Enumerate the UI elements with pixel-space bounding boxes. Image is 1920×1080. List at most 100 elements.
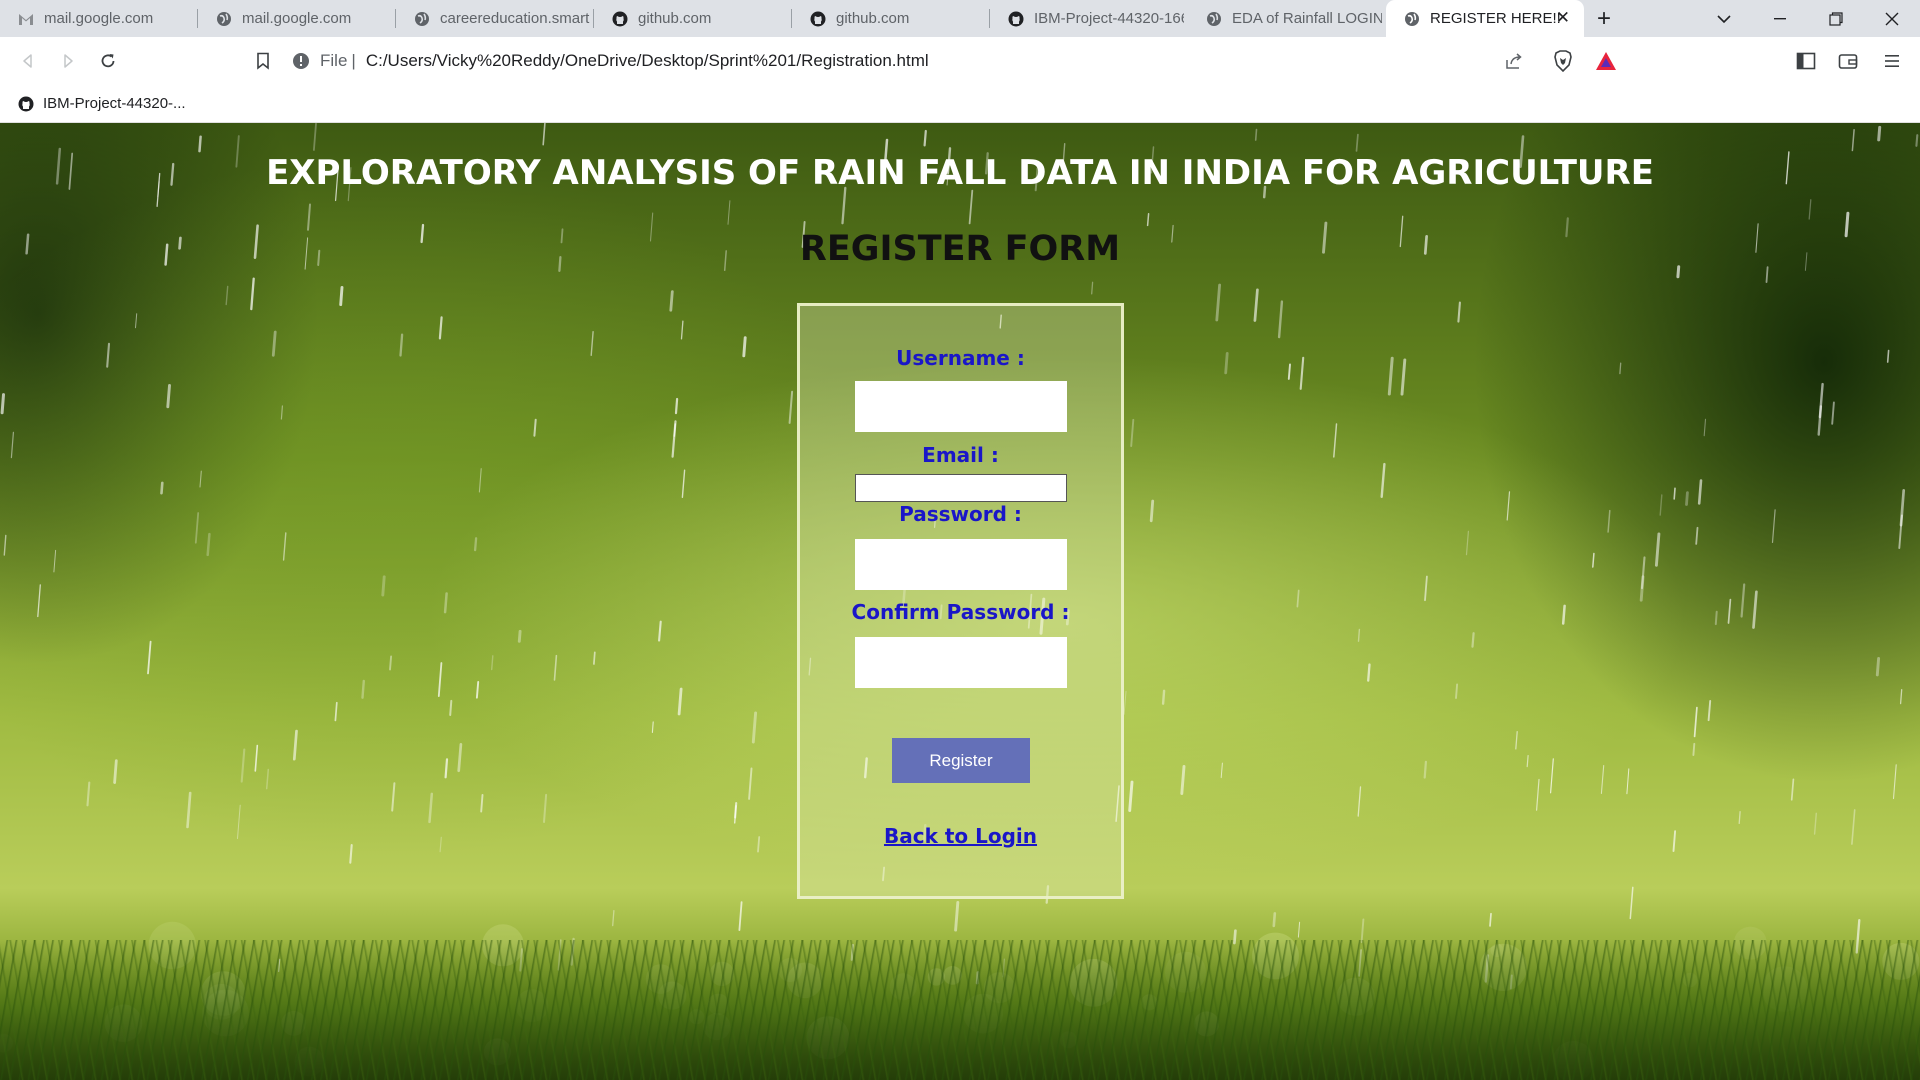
rain-streak [841, 186, 847, 225]
rain-streak [113, 759, 118, 784]
rain-streak [1654, 532, 1661, 567]
rain-streak [590, 330, 594, 357]
tab-mail-google-2[interactable]: mail.google.com [198, 0, 396, 37]
tab-github-2[interactable]: github.com [792, 0, 990, 37]
tab-register-active[interactable]: REGISTER HERE!! ✕ [1386, 0, 1584, 37]
rain-streak [86, 781, 91, 807]
rain-streak [1771, 509, 1776, 543]
rain-streak [1659, 494, 1663, 516]
sidebar-toggle-icon[interactable] [1786, 41, 1826, 81]
rain-streak [533, 418, 537, 437]
rain-streak [757, 836, 761, 853]
rain-streak [727, 200, 731, 225]
menu-icon[interactable] [1872, 41, 1912, 81]
rain-streak [1561, 604, 1566, 625]
forward-icon[interactable] [48, 41, 88, 81]
rain-streak [381, 575, 386, 597]
rain-streak [449, 699, 453, 716]
rain-streak [443, 592, 448, 614]
globe-icon [414, 11, 430, 27]
rain-streak [681, 469, 686, 498]
rain-streak [1619, 362, 1622, 375]
rain-streak [1146, 213, 1150, 227]
rain-streak [254, 744, 259, 772]
window-controls [1696, 0, 1920, 37]
register-button[interactable]: Register [892, 738, 1030, 783]
scheme-separator: | [351, 51, 356, 70]
url-text[interactable]: C:/Users/Vicky%20Reddy/OneDrive/Desktop/… [366, 51, 929, 71]
rain-streak [669, 290, 674, 312]
rain-streak [553, 654, 558, 681]
bookmark-item[interactable]: IBM-Project-44320-... [18, 95, 186, 112]
confirm-password-label: Confirm Password : [851, 600, 1070, 624]
rain-streak [478, 468, 482, 493]
rain-streak [1740, 583, 1746, 618]
rain-streak [206, 532, 211, 557]
tab-mail-google-1[interactable]: mail.google.com [0, 0, 198, 37]
globe-icon [1404, 11, 1420, 27]
bookmark-icon[interactable] [243, 41, 283, 81]
register-form: Username : Email : Password : Confirm Pa… [797, 303, 1124, 899]
rain-streak [53, 549, 57, 573]
rain-streak [106, 342, 111, 368]
restore-icon[interactable] [1808, 0, 1864, 37]
page-title: EXPLORATORY ANALYSIS OF RAIN FALL DATA I… [266, 153, 1654, 193]
rain-streak [751, 711, 758, 744]
rain-streak [677, 687, 683, 716]
confirm-password-input[interactable] [855, 637, 1067, 688]
rain-streak [1714, 610, 1718, 626]
rain-streak [1130, 418, 1135, 448]
new-tab-button[interactable]: + [1584, 0, 1624, 37]
reload-icon[interactable] [88, 41, 128, 81]
close-window-icon[interactable] [1864, 0, 1920, 37]
back-to-login-link[interactable]: Back to Login [800, 824, 1121, 848]
rain-streak [240, 748, 246, 783]
rain-streak [1915, 134, 1919, 147]
rain-streak [1892, 764, 1897, 800]
tab-label: mail.google.com [242, 10, 352, 27]
rain-streak [457, 742, 463, 773]
close-tab-icon[interactable]: ✕ [1556, 8, 1570, 28]
email-input[interactable] [855, 474, 1067, 502]
tab-ibm-project[interactable]: IBM-Project-44320-1660 [990, 0, 1188, 37]
tab-github-1[interactable]: github.com [594, 0, 792, 37]
rain-streak [292, 729, 298, 761]
rain-streak [1506, 491, 1511, 521]
password-input[interactable] [855, 539, 1067, 590]
rain-streak [1355, 133, 1359, 152]
tab-strip: mail.google.com mail.google.com careered… [0, 0, 1920, 37]
tab-eda-login[interactable]: EDA of Rainfall LOGIN!! [1188, 0, 1386, 37]
rain-streak [1123, 690, 1127, 715]
rain-streak [968, 189, 974, 225]
address-bar[interactable]: File | C:/Users/Vicky%20Reddy/OneDrive/D… [292, 43, 1592, 79]
globe-icon [216, 11, 232, 27]
rain-streak [1693, 706, 1698, 738]
rain-streak [3, 534, 7, 556]
brave-shield-icon[interactable] [1543, 41, 1583, 81]
minimize-icon[interactable] [1752, 0, 1808, 37]
rain-streak [674, 397, 679, 415]
tab-search-chevron-icon[interactable] [1696, 0, 1752, 37]
rain-streak [135, 313, 138, 329]
rain-streak [1727, 598, 1732, 624]
rain-streak [1423, 760, 1428, 779]
share-icon[interactable] [1494, 41, 1534, 81]
browser-toolbar: File | C:/Users/Vicky%20Reddy/OneDrive/D… [0, 37, 1920, 85]
rain-streak [1149, 499, 1155, 523]
rain-streak [399, 333, 404, 357]
back-icon[interactable] [8, 41, 48, 81]
rain-streak [349, 844, 353, 864]
username-label: Username : [896, 346, 1025, 370]
brave-rewards-icon[interactable] [1586, 41, 1626, 81]
rain-streak [1455, 683, 1459, 699]
rain-streak [1813, 812, 1818, 835]
info-icon[interactable] [292, 52, 310, 70]
rain-streak [542, 123, 546, 146]
rain-streak [198, 135, 202, 153]
wallet-icon[interactable] [1828, 41, 1868, 81]
rain-streak [1277, 300, 1284, 339]
tab-careereducation[interactable]: careereducation.smartinternz [396, 0, 594, 37]
page-viewport: EXPLORATORY ANALYSIS OF RAIN FALL DATA I… [0, 123, 1920, 1080]
rain-streak [1296, 589, 1300, 608]
username-input[interactable] [855, 381, 1067, 432]
